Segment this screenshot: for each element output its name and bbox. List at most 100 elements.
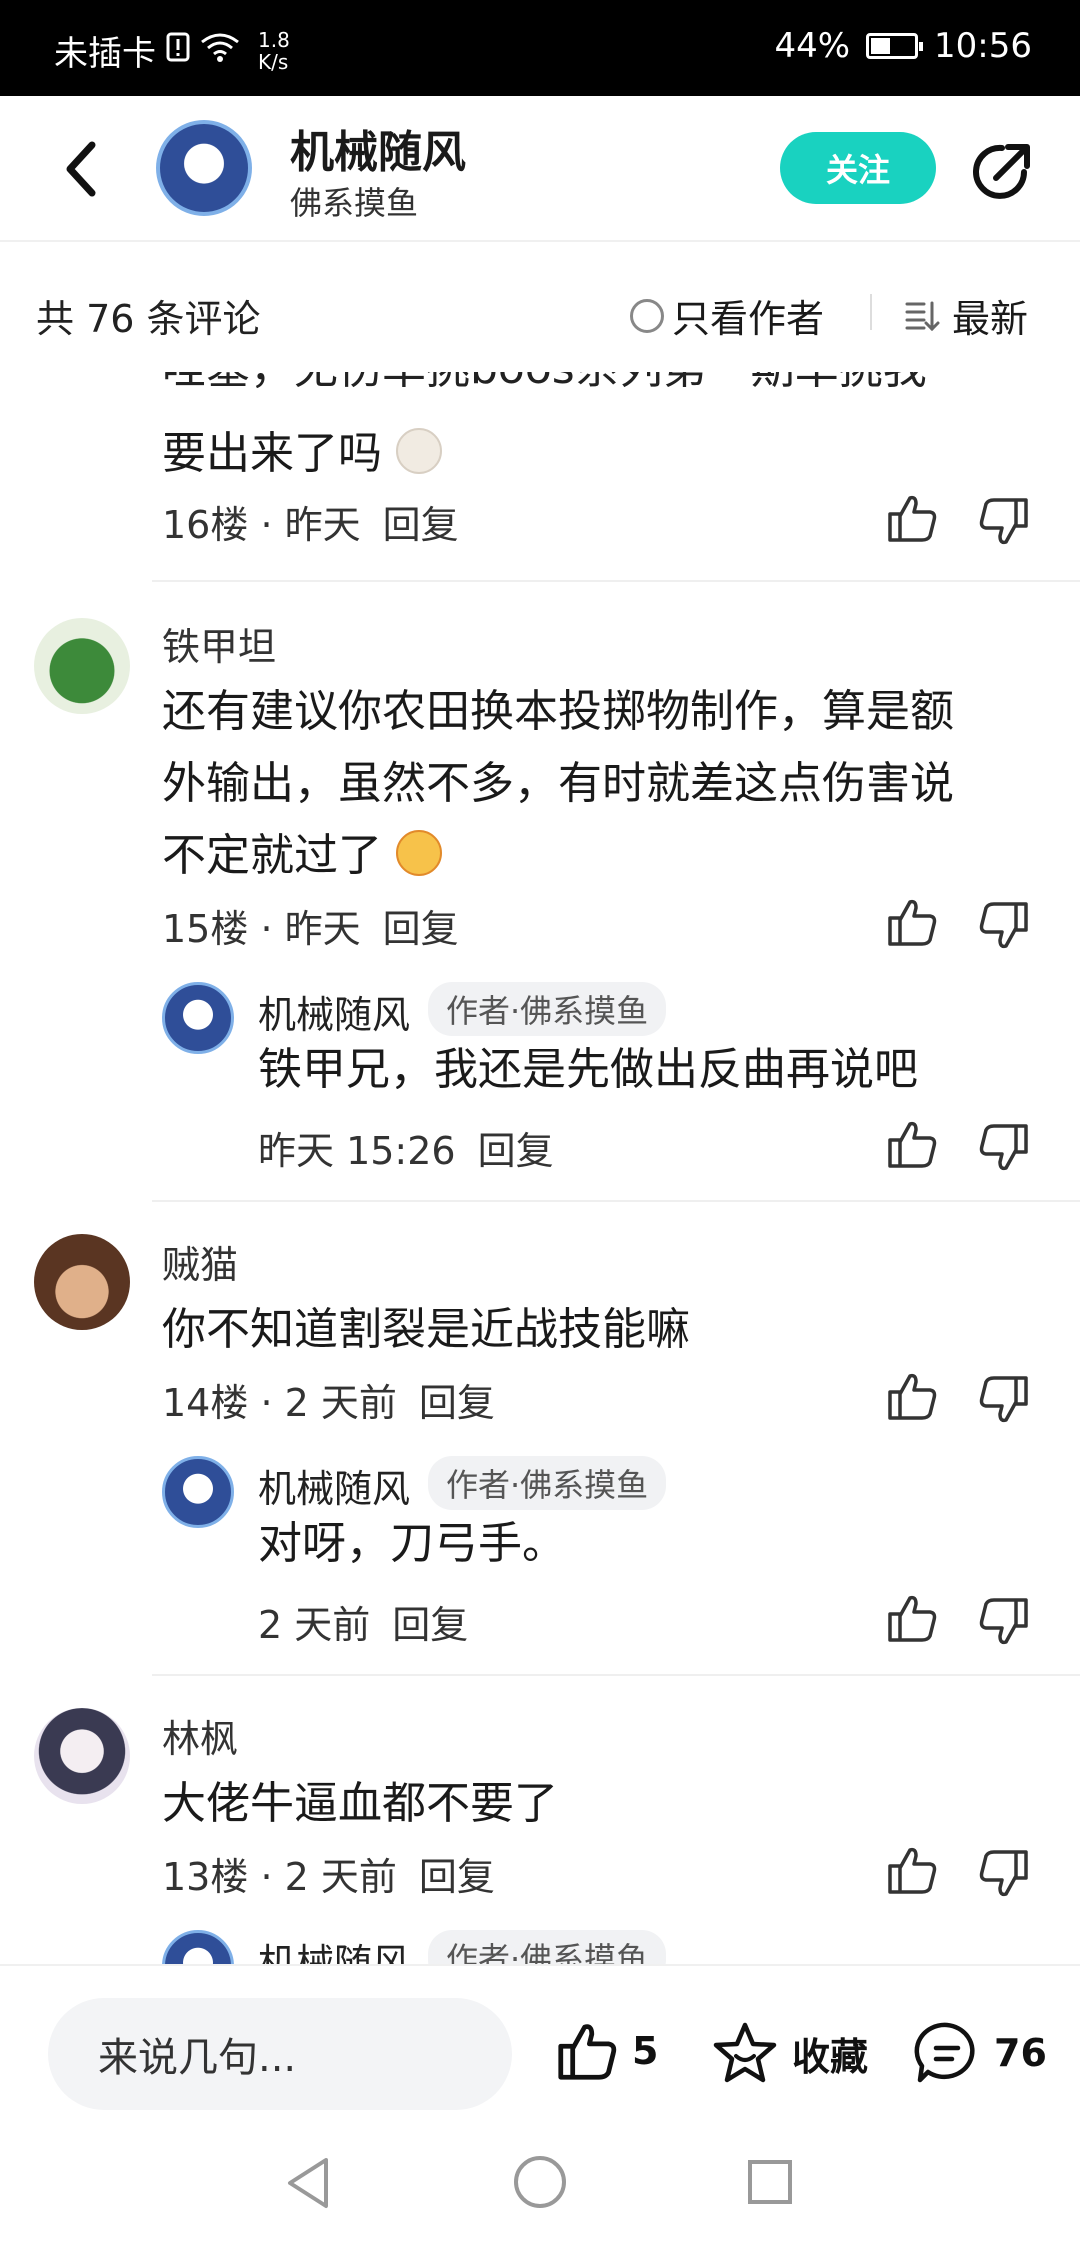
only-author-toggle[interactable]: 只看作者 [630,288,824,343]
comment-input[interactable]: 来说几句... [48,1998,512,2110]
comment-meta: 15楼 · 昨天 回复 [162,898,459,953]
comment-time: 2 天前 [284,1381,397,1425]
thumb-up-icon [888,495,937,542]
like-post-button[interactable]: 5 [556,2020,658,2082]
comment-icon [914,2022,975,2083]
battery-fill [871,38,891,54]
comment-floor-time: 16楼 · 昨天 [162,503,361,547]
comment-text: 要出来了吗 [162,418,442,490]
dislike-button[interactable] [978,900,1030,952]
like-button[interactable] [886,1370,938,1422]
comment-time: 昨天 [284,503,361,547]
comment-meta: 16楼 · 昨天 回复 [162,494,459,549]
reply-button[interactable]: 回复 [419,1846,495,1901]
thumb-down-icon [979,902,1028,949]
nav-recent-icon[interactable] [746,2158,794,2206]
author-tag: 作者·佛系摸鱼 [428,982,667,1036]
filter-divider [870,294,872,330]
thumb-up-icon [888,1595,937,1642]
star-icon [713,2022,777,2083]
author-subtitle: 佛系摸鱼 [290,184,419,222]
dislike-button[interactable] [978,1848,1030,1900]
like-button[interactable] [886,1118,938,1170]
reply-avatar[interactable] [162,1456,234,1528]
user-avatar[interactable] [34,1708,130,1804]
carrier-label: 未插卡 [54,34,156,74]
comment-separator [152,580,1080,582]
comment-text: 你不知道割裂是近战技能嘛 [162,1304,690,1355]
thumb-down-icon [979,1124,1028,1171]
comment-username[interactable]: 铁甲坦 [162,616,276,671]
reply-avatar[interactable] [162,1930,234,1964]
comment-username[interactable]: 林枫 [162,1708,238,1763]
sort-icon [905,301,940,331]
reply-button[interactable]: 回复 [383,898,459,953]
like-button[interactable] [886,1592,938,1644]
comment-count: 76 [994,2031,1047,2075]
wifi-icon [200,31,240,71]
share-button[interactable] [968,138,1036,206]
comment-floor-time: 13楼 · 2 天前 [162,1855,397,1899]
reply-text: 铁甲兄，我还是先做出反曲再说吧 [258,1044,918,1095]
reply-username[interactable]: 机械随风 [258,1932,410,1964]
speed-value: 1.8 [258,27,290,52]
smile-emoji-icon [396,830,442,876]
thumb-down-icon [979,1376,1028,1423]
only-author-label: 只看作者 [672,297,825,341]
user-avatar[interactable] [34,1234,130,1330]
reply-button[interactable]: 回复 [383,494,459,549]
dislike-button[interactable] [978,496,1030,548]
author-name[interactable]: 机械随风 [290,116,466,180]
comment-text-body: 要出来了吗 [162,428,382,479]
thumb-down-icon [979,498,1028,545]
comments-button[interactable]: 76 [914,2020,1047,2086]
user-avatar[interactable] [34,618,130,714]
nav-home-icon[interactable] [512,2154,568,2210]
reply-avatar[interactable] [162,982,234,1054]
comment-list[interactable]: 哇塞，无伤单挑boos系列第一期单挑我 要出来了吗 16楼 · 昨天 回复 铁甲… [0,372,1080,1964]
reply-button[interactable]: 回复 [478,1120,554,1175]
thumb-down-icon [979,1850,1028,1897]
reply-meta: 2 天前 回复 [258,1594,468,1649]
cat-emoji-icon [396,428,442,474]
bottom-action-bar: 来说几句... 5 收藏 76 [0,1964,1080,2112]
reply-button[interactable]: 回复 [392,1594,468,1649]
like-button[interactable] [886,896,938,948]
sort-selector[interactable]: 最新 [904,288,1028,343]
reply-username[interactable]: 机械随风 [258,984,410,1039]
clock: 10:56 [934,26,1032,66]
comment-floor: 16楼 [162,503,249,547]
dislike-button[interactable] [978,1122,1030,1174]
status-bar: 未插卡 1.8 K/s 44% 10:56 [0,0,1080,96]
comment-username[interactable]: 贼猫 [162,1234,238,1289]
comment-text-cut: 哇塞，无伤单挑boos系列第一期单挑我 [162,372,927,396]
comment-text-line-2: 外输出，虽然不多，有时就差这点伤害说 [162,758,954,809]
comment-floor-time: 15楼 · 昨天 [162,907,361,951]
comment-text-line-3: 不定就过了 [162,820,442,892]
dislike-button[interactable] [978,1374,1030,1426]
follow-button[interactable]: 关注 [780,132,936,204]
back-button[interactable] [50,138,110,200]
nav-back-icon[interactable] [284,2156,332,2210]
author-avatar[interactable] [156,120,252,216]
comment-time: 昨天 [284,907,361,951]
battery-percent: 44% [774,26,851,66]
thumb-down-icon [979,1598,1028,1645]
system-nav-bar [0,2112,1080,2244]
radio-icon [630,298,664,333]
reply-button[interactable]: 回复 [419,1372,495,1427]
like-button[interactable] [886,492,938,544]
comment-text-line-1: 还有建议你农田换本投掷物制作，算是额 [162,686,954,737]
post-header: 机械随风 佛系摸鱼 关注 [0,96,1080,242]
comment-separator [152,1674,1080,1676]
dislike-button[interactable] [978,1596,1030,1648]
reply-username[interactable]: 机械随风 [258,1458,410,1513]
thumb-up-icon [888,1373,937,1420]
comment-count-label: 共 76 条评论 [36,297,261,341]
favorite-button[interactable]: 收藏 [712,2020,868,2086]
reply-time: 昨天 15:26 [258,1129,456,1173]
thumb-up-icon [888,899,937,946]
comment-separator [152,1200,1080,1202]
author-tag: 作者·佛系摸鱼 [428,1930,667,1964]
like-button[interactable] [886,1844,938,1896]
